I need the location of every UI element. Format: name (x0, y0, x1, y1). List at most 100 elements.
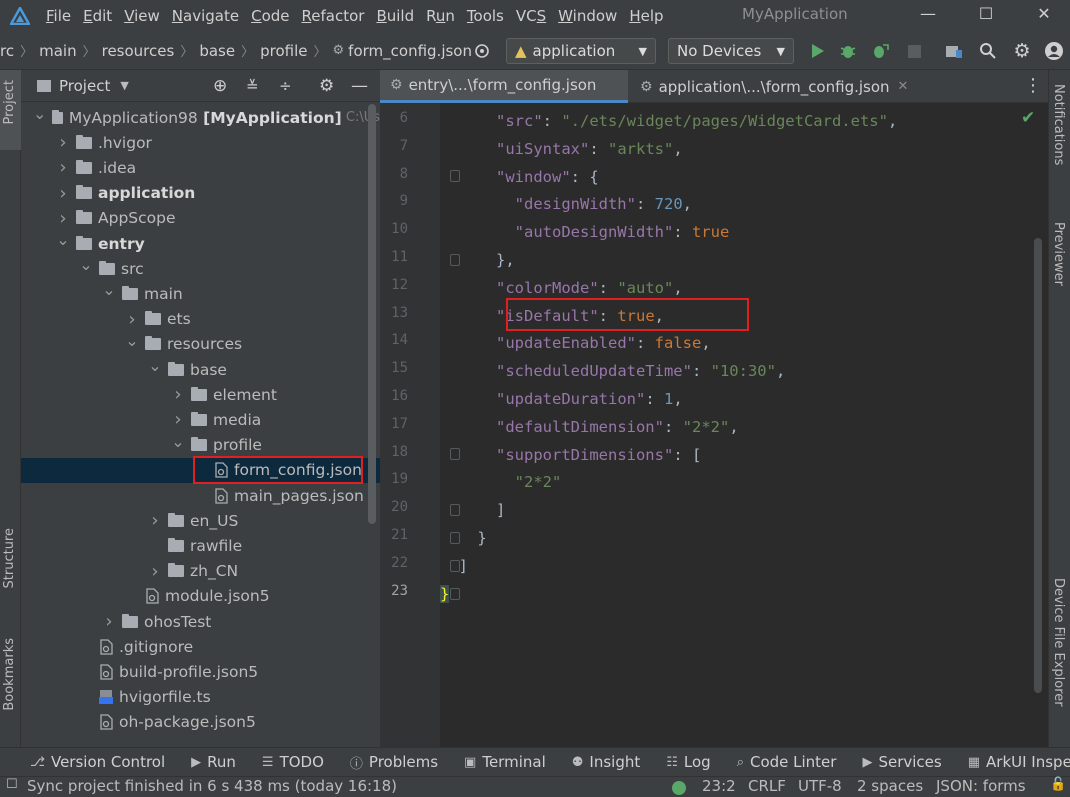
bookmarks-tool-button[interactable]: Bookmarks (2, 638, 17, 711)
indent-setting[interactable]: 2 spaces (857, 777, 923, 795)
panel-settings-icon[interactable]: ⚙ (319, 76, 334, 96)
menu-item[interactable]: View (124, 7, 160, 25)
tree-item[interactable]: › ohosTest (21, 609, 380, 634)
tool-window-run[interactable]: ▶ Run (191, 753, 236, 771)
tool-window-version-control[interactable]: ⎇ Version Control (30, 753, 165, 771)
tree-item[interactable]: › application (21, 181, 380, 206)
fold-marker-icon[interactable] (450, 588, 460, 600)
chevron-right-icon[interactable]: › (148, 561, 162, 582)
close-tab-icon[interactable]: ✕ (898, 79, 909, 94)
tree-item[interactable]: ⌄ profile (21, 432, 380, 458)
fold-marker-icon[interactable] (450, 254, 460, 266)
hide-panel-icon[interactable]: — (351, 76, 368, 96)
tool-window-arkui-inspector[interactable]: ▦ ArkUI Inspector (968, 753, 1070, 771)
tree-item[interactable]: ⌄ MyApplication98 [MyApplication] C:\Us (21, 104, 380, 130)
breadcrumb-item[interactable]: form_config.json (348, 42, 472, 60)
close-icon[interactable]: ✕ (1030, 4, 1058, 26)
menu-item[interactable]: Window (558, 7, 617, 25)
chevron-right-icon[interactable]: › (171, 384, 185, 405)
settings-gear-icon[interactable]: ⚙ (1012, 40, 1032, 62)
tree-item[interactable]: › ets (21, 307, 380, 332)
fold-marker-icon[interactable] (450, 170, 460, 182)
breadcrumb-item[interactable]: rc (0, 42, 14, 60)
chevron-right-icon[interactable]: › (148, 510, 162, 531)
tree-item[interactable]: › en_US (21, 508, 380, 533)
menu-item[interactable]: Build (376, 7, 414, 25)
tree-item[interactable]: build-profile.json5 (21, 659, 380, 684)
menu-item[interactable]: Tools (467, 7, 504, 25)
fold-marker-icon[interactable] (450, 504, 460, 516)
menu-item[interactable]: VCS (516, 7, 546, 25)
attach-debugger-icon[interactable] (870, 41, 890, 61)
project-view-select[interactable]: Project (59, 77, 110, 95)
device-file-explorer-tool-button[interactable]: Device File Explorer (1051, 578, 1066, 707)
tab-application-form-config[interactable]: ⚙ application\...\form_config.json ✕ (630, 70, 920, 103)
breadcrumb-item[interactable]: resources (102, 42, 175, 60)
run-icon[interactable] (808, 41, 828, 61)
tree-item[interactable]: ⌄ entry (21, 230, 380, 256)
tool-window-insight[interactable]: ⚉ Insight (572, 753, 640, 771)
tab-entry-form-config[interactable]: ⚙ entry\...\form_config.json (380, 70, 628, 103)
tree-item[interactable]: ⌄ base (21, 356, 380, 382)
tree-item[interactable]: › zh_CN (21, 559, 380, 584)
tree-item[interactable]: module.json5 (21, 584, 380, 609)
locate-icon[interactable]: ⊕ (213, 76, 227, 96)
tree-item[interactable]: rawfile (21, 533, 380, 558)
tree-item[interactable]: ⌄ resources (21, 331, 380, 357)
chevron-down-icon[interactable]: ⌄ (148, 356, 162, 375)
file-encoding[interactable]: UTF-8 (798, 777, 842, 795)
tool-window-terminal[interactable]: ▣ Terminal (464, 753, 546, 771)
expand-all-icon[interactable]: ≚ (246, 77, 259, 95)
fold-marker-icon[interactable] (450, 532, 460, 544)
chevron-right-icon[interactable]: › (171, 409, 185, 430)
project-structure-icon[interactable] (944, 41, 964, 61)
tool-window-problems[interactable]: ⓘ Problems (350, 753, 438, 772)
debug-icon[interactable] (838, 41, 858, 61)
json-schema[interactable]: JSON: forms (936, 777, 1026, 795)
breadcrumb-item[interactable]: profile (260, 42, 307, 60)
chevron-down-icon[interactable]: ⌄ (79, 255, 93, 274)
tool-window-todo[interactable]: ☰ TODO (262, 753, 324, 771)
chevron-right-icon[interactable]: › (125, 309, 139, 330)
minimize-icon[interactable]: — (914, 4, 942, 26)
project-tree-scrollbar[interactable] (368, 104, 376, 524)
notifications-tool-button[interactable]: Notifications (1051, 84, 1066, 165)
code-editor[interactable]: "src": "./ets/widget/pages/WidgetCard.et… (440, 103, 1034, 747)
line-separator[interactable]: CRLF (748, 777, 786, 795)
menu-item[interactable]: Refactor (302, 7, 365, 25)
tree-item[interactable]: › .hvigor (21, 130, 380, 155)
menu-item[interactable]: Edit (83, 7, 112, 25)
tool-window-code-linter[interactable]: ⌕ Code Linter (737, 753, 837, 771)
tree-item[interactable]: main_pages.json (21, 483, 380, 508)
search-icon[interactable] (978, 41, 998, 61)
chevron-down-icon[interactable]: ⌄ (102, 280, 116, 299)
status-layout-icon[interactable]: ☐ (6, 777, 18, 792)
lock-icon[interactable]: 🔓 (1050, 777, 1066, 792)
previewer-tool-button[interactable]: Previewer (1051, 222, 1066, 286)
menu-item[interactable]: Navigate (172, 7, 239, 25)
chevron-down-icon[interactable]: ⌄ (56, 230, 70, 249)
tree-item[interactable]: ⌄ main (21, 280, 380, 306)
chevron-right-icon[interactable]: › (56, 183, 70, 204)
module-select[interactable]: ▲ application ▼ (506, 38, 656, 64)
chevron-down-icon[interactable]: ⌄ (171, 432, 185, 451)
chevron-right-icon[interactable]: › (56, 132, 70, 153)
maximize-icon[interactable]: ☐ (972, 4, 1000, 26)
chevron-down-icon[interactable]: ⌄ (33, 104, 46, 123)
tree-item[interactable]: › element (21, 382, 380, 407)
tool-window-log[interactable]: ☷ Log (666, 753, 710, 771)
editor-scrollbar[interactable] (1034, 238, 1042, 693)
tree-item[interactable]: hvigorfile.ts (21, 685, 380, 710)
account-icon[interactable] (1044, 41, 1064, 61)
breadcrumb-item[interactable]: base (199, 42, 235, 60)
breadcrumb-item[interactable]: main (39, 42, 76, 60)
project-tool-button[interactable]: Project (2, 80, 17, 124)
chevron-down-icon[interactable]: ▼ (120, 79, 128, 92)
caret-position[interactable]: 23:2 (702, 777, 736, 795)
menu-item[interactable]: Code (251, 7, 289, 25)
target-icon[interactable] (472, 41, 492, 61)
stop-icon[interactable] (904, 41, 924, 61)
menu-item[interactable]: Help (629, 7, 663, 25)
menu-item[interactable]: File (46, 7, 71, 25)
chevron-right-icon[interactable]: › (56, 208, 70, 229)
